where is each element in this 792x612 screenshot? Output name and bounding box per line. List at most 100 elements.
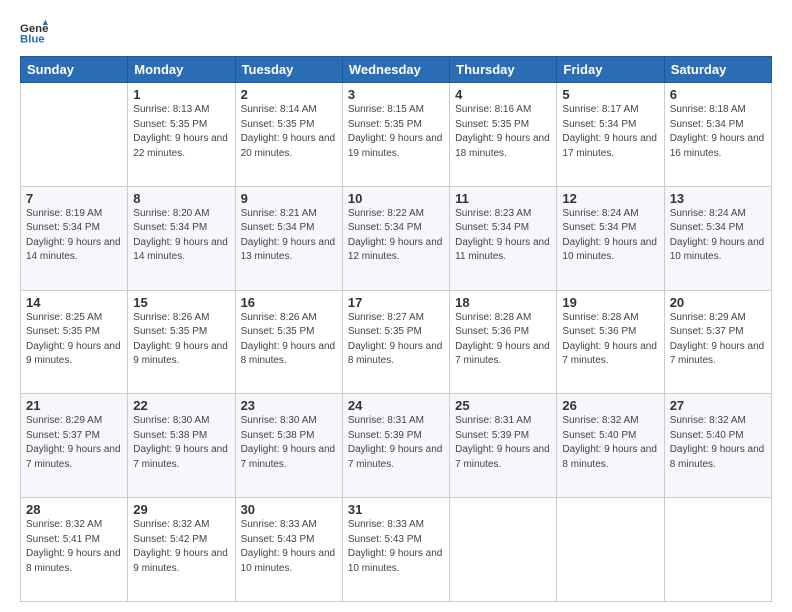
sunset-label: Sunset: 5:39 PM	[455, 430, 529, 441]
sunrise-label: Sunrise: 8:32 AM	[670, 415, 746, 426]
sunset-label: Sunset: 5:41 PM	[26, 534, 100, 545]
daylight-label: Daylight: 9 hours and 7 minutes.	[455, 341, 550, 367]
weekday-header-friday: Friday	[557, 57, 664, 83]
weekday-header-saturday: Saturday	[664, 57, 771, 83]
week-row-2: 7 Sunrise: 8:19 AM Sunset: 5:34 PM Dayli…	[21, 186, 772, 290]
sunset-label: Sunset: 5:34 PM	[455, 222, 529, 233]
sunset-label: Sunset: 5:34 PM	[348, 222, 422, 233]
calendar-cell: 26 Sunrise: 8:32 AM Sunset: 5:40 PM Dayl…	[557, 394, 664, 498]
sunset-label: Sunset: 5:36 PM	[455, 326, 529, 337]
day-number: 14	[26, 295, 122, 310]
sunrise-label: Sunrise: 8:24 AM	[562, 208, 638, 219]
day-info: Sunrise: 8:27 AM Sunset: 5:35 PM Dayligh…	[348, 311, 444, 369]
day-number: 13	[670, 191, 766, 206]
daylight-label: Daylight: 9 hours and 10 minutes.	[241, 548, 336, 574]
calendar-cell: 20 Sunrise: 8:29 AM Sunset: 5:37 PM Dayl…	[664, 290, 771, 394]
daylight-label: Daylight: 9 hours and 14 minutes.	[133, 237, 228, 263]
daylight-label: Daylight: 9 hours and 8 minutes.	[26, 548, 121, 574]
calendar-table: SundayMondayTuesdayWednesdayThursdayFrid…	[20, 56, 772, 602]
daylight-label: Daylight: 9 hours and 8 minutes.	[562, 444, 657, 470]
calendar-cell	[21, 83, 128, 187]
day-number: 7	[26, 191, 122, 206]
weekday-header-wednesday: Wednesday	[342, 57, 449, 83]
calendar-cell	[557, 498, 664, 602]
sunset-label: Sunset: 5:34 PM	[562, 222, 636, 233]
logo-icon: General Blue	[20, 18, 48, 46]
day-info: Sunrise: 8:26 AM Sunset: 5:35 PM Dayligh…	[133, 311, 229, 369]
week-row-4: 21 Sunrise: 8:29 AM Sunset: 5:37 PM Dayl…	[21, 394, 772, 498]
day-number: 21	[26, 398, 122, 413]
sunset-label: Sunset: 5:40 PM	[562, 430, 636, 441]
day-number: 1	[133, 87, 229, 102]
day-number: 25	[455, 398, 551, 413]
sunset-label: Sunset: 5:34 PM	[133, 222, 207, 233]
day-info: Sunrise: 8:31 AM Sunset: 5:39 PM Dayligh…	[348, 414, 444, 472]
day-info: Sunrise: 8:20 AM Sunset: 5:34 PM Dayligh…	[133, 207, 229, 265]
calendar-cell: 13 Sunrise: 8:24 AM Sunset: 5:34 PM Dayl…	[664, 186, 771, 290]
daylight-label: Daylight: 9 hours and 7 minutes.	[455, 444, 550, 470]
sunrise-label: Sunrise: 8:33 AM	[241, 519, 317, 530]
sunset-label: Sunset: 5:43 PM	[241, 534, 315, 545]
day-number: 16	[241, 295, 337, 310]
day-number: 26	[562, 398, 658, 413]
daylight-label: Daylight: 9 hours and 14 minutes.	[26, 237, 121, 263]
calendar-cell: 21 Sunrise: 8:29 AM Sunset: 5:37 PM Dayl…	[21, 394, 128, 498]
sunset-label: Sunset: 5:38 PM	[133, 430, 207, 441]
sunset-label: Sunset: 5:42 PM	[133, 534, 207, 545]
calendar-cell: 18 Sunrise: 8:28 AM Sunset: 5:36 PM Dayl…	[450, 290, 557, 394]
day-number: 27	[670, 398, 766, 413]
sunrise-label: Sunrise: 8:31 AM	[455, 415, 531, 426]
day-info: Sunrise: 8:32 AM Sunset: 5:40 PM Dayligh…	[670, 414, 766, 472]
sunrise-label: Sunrise: 8:28 AM	[455, 312, 531, 323]
sunset-label: Sunset: 5:35 PM	[133, 119, 207, 130]
daylight-label: Daylight: 9 hours and 10 minutes.	[348, 548, 443, 574]
calendar-cell: 19 Sunrise: 8:28 AM Sunset: 5:36 PM Dayl…	[557, 290, 664, 394]
day-number: 3	[348, 87, 444, 102]
day-info: Sunrise: 8:13 AM Sunset: 5:35 PM Dayligh…	[133, 103, 229, 161]
daylight-label: Daylight: 9 hours and 8 minutes.	[348, 341, 443, 367]
day-info: Sunrise: 8:24 AM Sunset: 5:34 PM Dayligh…	[562, 207, 658, 265]
daylight-label: Daylight: 9 hours and 10 minutes.	[562, 237, 657, 263]
sunrise-label: Sunrise: 8:30 AM	[133, 415, 209, 426]
weekday-header-monday: Monday	[128, 57, 235, 83]
sunset-label: Sunset: 5:35 PM	[241, 326, 315, 337]
calendar-cell: 24 Sunrise: 8:31 AM Sunset: 5:39 PM Dayl…	[342, 394, 449, 498]
daylight-label: Daylight: 9 hours and 16 minutes.	[670, 133, 765, 159]
day-info: Sunrise: 8:26 AM Sunset: 5:35 PM Dayligh…	[241, 311, 337, 369]
calendar-cell: 9 Sunrise: 8:21 AM Sunset: 5:34 PM Dayli…	[235, 186, 342, 290]
sunset-label: Sunset: 5:36 PM	[562, 326, 636, 337]
sunrise-label: Sunrise: 8:15 AM	[348, 104, 424, 115]
daylight-label: Daylight: 9 hours and 9 minutes.	[26, 341, 121, 367]
calendar-cell: 25 Sunrise: 8:31 AM Sunset: 5:39 PM Dayl…	[450, 394, 557, 498]
daylight-label: Daylight: 9 hours and 22 minutes.	[133, 133, 228, 159]
sunrise-label: Sunrise: 8:24 AM	[670, 208, 746, 219]
weekday-header-row: SundayMondayTuesdayWednesdayThursdayFrid…	[21, 57, 772, 83]
day-number: 8	[133, 191, 229, 206]
day-number: 28	[26, 502, 122, 517]
sunrise-label: Sunrise: 8:29 AM	[670, 312, 746, 323]
sunrise-label: Sunrise: 8:19 AM	[26, 208, 102, 219]
sunrise-label: Sunrise: 8:21 AM	[241, 208, 317, 219]
sunrise-label: Sunrise: 8:13 AM	[133, 104, 209, 115]
calendar-cell: 15 Sunrise: 8:26 AM Sunset: 5:35 PM Dayl…	[128, 290, 235, 394]
calendar-cell: 23 Sunrise: 8:30 AM Sunset: 5:38 PM Dayl…	[235, 394, 342, 498]
sunrise-label: Sunrise: 8:20 AM	[133, 208, 209, 219]
calendar-cell: 22 Sunrise: 8:30 AM Sunset: 5:38 PM Dayl…	[128, 394, 235, 498]
sunset-label: Sunset: 5:38 PM	[241, 430, 315, 441]
sunrise-label: Sunrise: 8:29 AM	[26, 415, 102, 426]
sunset-label: Sunset: 5:43 PM	[348, 534, 422, 545]
sunset-label: Sunset: 5:35 PM	[348, 326, 422, 337]
day-info: Sunrise: 8:23 AM Sunset: 5:34 PM Dayligh…	[455, 207, 551, 265]
sunrise-label: Sunrise: 8:25 AM	[26, 312, 102, 323]
daylight-label: Daylight: 9 hours and 11 minutes.	[455, 237, 550, 263]
day-info: Sunrise: 8:30 AM Sunset: 5:38 PM Dayligh…	[241, 414, 337, 472]
day-info: Sunrise: 8:25 AM Sunset: 5:35 PM Dayligh…	[26, 311, 122, 369]
sunset-label: Sunset: 5:34 PM	[562, 119, 636, 130]
sunset-label: Sunset: 5:34 PM	[670, 119, 744, 130]
calendar-cell: 29 Sunrise: 8:32 AM Sunset: 5:42 PM Dayl…	[128, 498, 235, 602]
calendar-cell: 16 Sunrise: 8:26 AM Sunset: 5:35 PM Dayl…	[235, 290, 342, 394]
day-info: Sunrise: 8:24 AM Sunset: 5:34 PM Dayligh…	[670, 207, 766, 265]
day-info: Sunrise: 8:30 AM Sunset: 5:38 PM Dayligh…	[133, 414, 229, 472]
day-number: 2	[241, 87, 337, 102]
daylight-label: Daylight: 9 hours and 7 minutes.	[241, 444, 336, 470]
